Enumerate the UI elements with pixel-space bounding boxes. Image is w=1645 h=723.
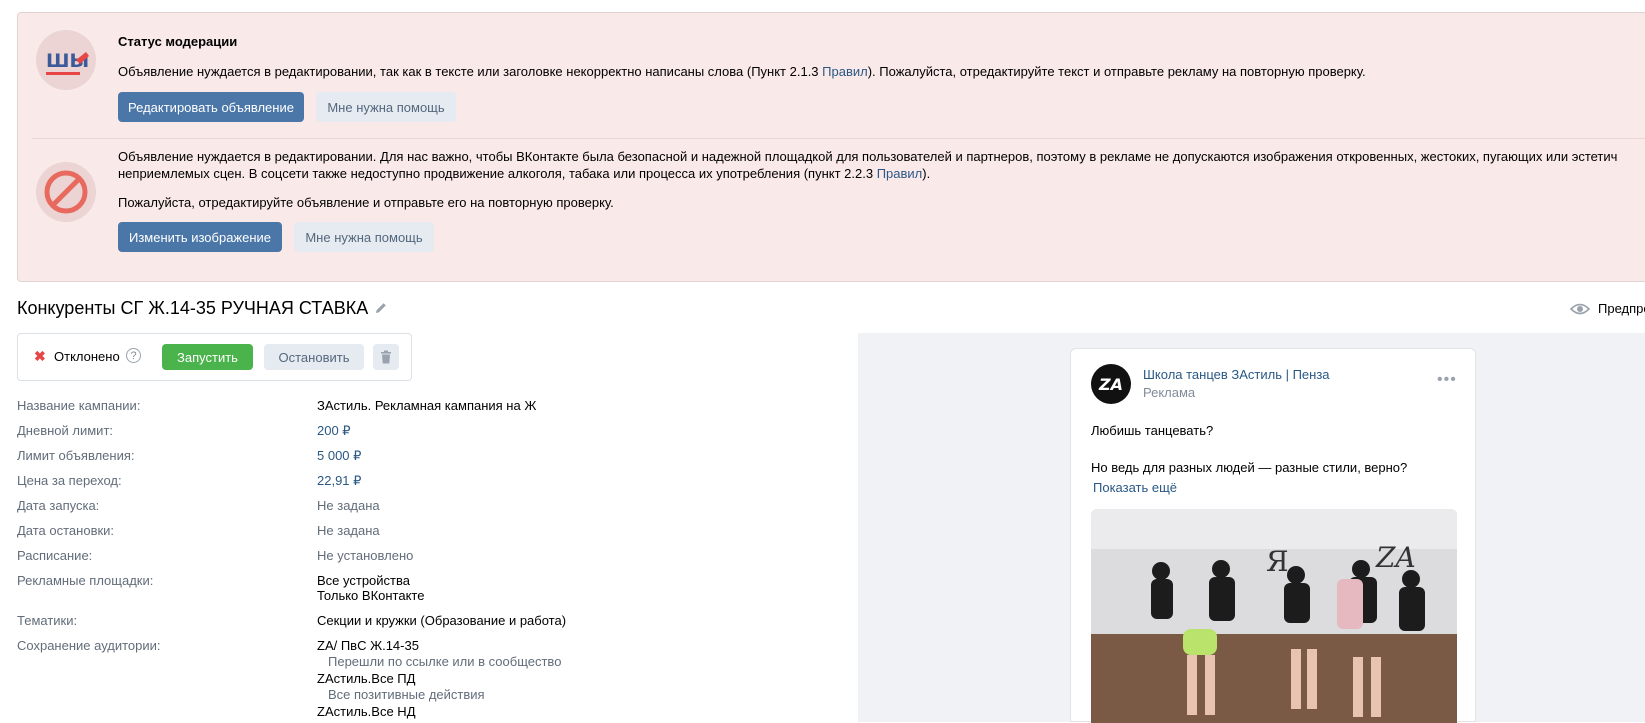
show-more-link[interactable]: Показать ещё [1093,480,1177,495]
platforms-value-2: Только ВКонтакте [317,588,425,603]
campaign-value: ЗАстиль. Рекламная кампания на Ж [317,398,537,413]
post-image: Я ZA [1091,509,1457,723]
audience-label: Сохранение аудитории: [17,638,161,653]
daily-limit-value[interactable]: 200 ₽ [317,423,351,439]
start-button[interactable]: Запустить [162,344,253,370]
rules-link[interactable]: Правил [877,166,923,181]
svg-text:ZA: ZA [1375,541,1416,574]
moderation-message-2-line3: Пожалуйста, отредактируйте объявление и … [118,195,614,210]
rejected-icon: ✖ [34,348,46,364]
ad-limit-value[interactable]: 5 000 ₽ [317,448,361,464]
start-date-label: Дата запуска: [17,498,100,513]
audience-1-name: ZA/ ПвС Ж.14-35 [317,638,419,653]
forbidden-icon [36,162,96,222]
spelling-icon: ШЫ [36,30,96,90]
trash-icon [381,350,391,364]
start-date-value[interactable]: Не задана [317,498,380,513]
cpc-label: Цена за переход: [17,473,122,488]
stop-button[interactable]: Остановить [264,344,364,370]
platforms-value-1: Все устройства [317,573,410,588]
moderation-title: Статус модерации [118,34,238,49]
campaign-label: Название кампании: [17,398,141,413]
schedule-label: Расписание: [17,548,93,563]
stop-date-label: Дата остановки: [17,523,115,538]
eye-icon [1570,303,1590,315]
divider [32,138,1645,139]
topics-value: Секции и кружки (Образование и работа) [317,613,567,628]
post-preview-card: ZA Школа танцев ЗАстиль | Пенза Реклама … [1070,348,1476,723]
change-image-button[interactable]: Изменить изображение [118,222,282,252]
moderation-message-1: Объявление нуждается в редактировании, т… [118,64,1366,79]
rules-link[interactable]: Правил [822,64,868,79]
audience-2-desc: Все позитивные действия [328,687,485,702]
ad-status-bar: ✖ Отклонено ? Запустить Остановить [17,333,412,381]
schedule-value[interactable]: Не установлено [317,548,413,563]
ad-label: Реклама [1143,385,1196,400]
svg-text:Я: Я [1266,545,1289,578]
moderation-message-2: Объявление нуждается в редактировании. Д… [118,149,1618,164]
more-icon[interactable]: ••• [1437,371,1457,389]
need-help-button[interactable]: Мне нужна помощь [316,92,456,122]
group-name-link[interactable]: Школа танцев ЗАстиль | Пенза [1143,367,1330,382]
stop-date-value[interactable]: Не задана [317,523,380,538]
delete-button[interactable] [373,344,399,370]
audience-2-name: ZАстиль.Все ПД [317,671,416,686]
pencil-icon[interactable] [373,300,389,316]
moderation-status-box: ШЫ Статус модерации Объявление нуждается… [17,12,1645,282]
topics-label: Тематики: [17,613,78,628]
help-icon[interactable]: ? [126,348,141,363]
audience-3-name: ZАстиль.Все НД [317,704,416,719]
post-text-line-2: Но ведь для разных людей — разные стили,… [1091,460,1408,475]
audience-1-desc: Перешли по ссылке или в сообщество [328,654,562,669]
preview-link[interactable]: Предпро [1598,301,1645,316]
platforms-label: Рекламные площадки: [17,573,154,588]
daily-limit-label: Дневной лимит: [17,423,114,438]
post-text-line-1: Любишь танцевать? [1091,423,1214,438]
need-help-button[interactable]: Мне нужна помощь [294,222,434,252]
ad-title: Конкуренты СГ Ж.14-35 РУЧНАЯ СТАВКА [17,298,369,318]
cpc-value[interactable]: 22,91 ₽ [317,473,361,489]
ad-limit-label: Лимит объявления: [17,448,135,463]
moderation-message-2-line2: неприемлемых сцен. В соцсети также недос… [118,166,931,181]
group-avatar[interactable]: ZA [1091,364,1131,404]
status-label: Отклонено [54,349,120,364]
edit-ad-button[interactable]: Редактировать объявление [118,92,304,122]
